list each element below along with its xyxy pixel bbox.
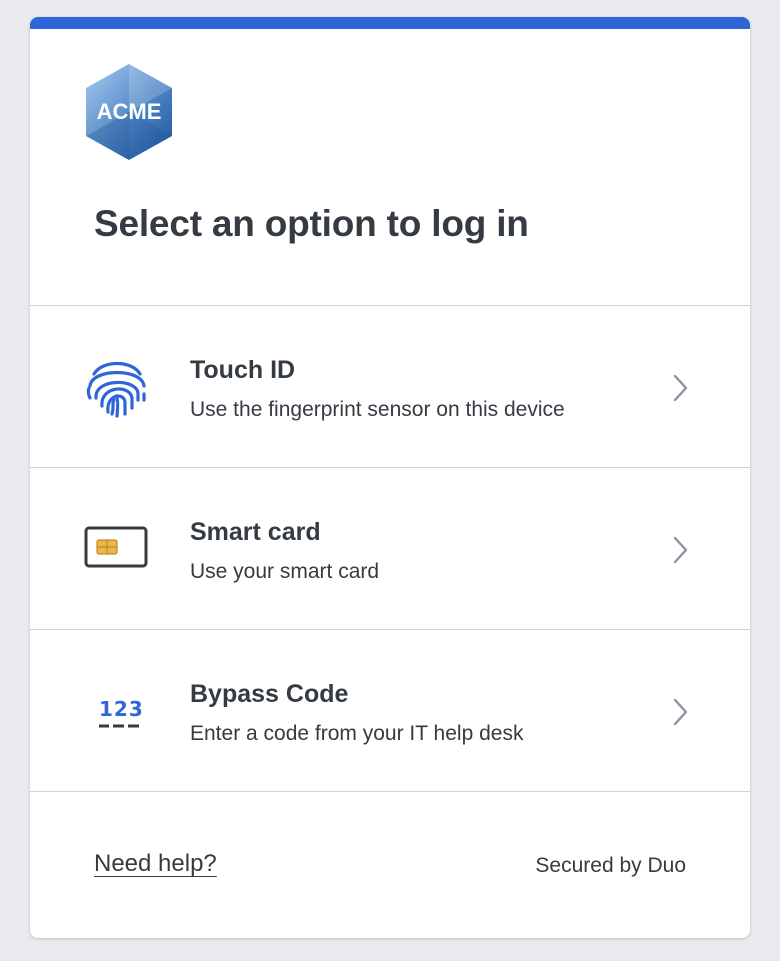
option-smart-card[interactable]: Smart card Use your smart card	[30, 468, 750, 629]
option-description: Enter a code from your IT help desk	[190, 722, 524, 745]
bypass-code-digits: 123	[99, 697, 144, 721]
bypass-code-icon: 123	[84, 697, 144, 733]
option-title: Smart card	[190, 518, 321, 546]
accent-top-bar	[30, 17, 750, 29]
chevron-right-icon	[670, 697, 690, 732]
option-touch-id[interactable]: Touch ID Use the fingerprint sensor on t…	[30, 306, 750, 467]
fingerprint-icon	[84, 354, 150, 425]
need-help-link[interactable]: Need help?	[94, 850, 217, 878]
option-bypass-code[interactable]: 123 Bypass Code Enter a code from your I…	[30, 630, 750, 791]
option-title: Bypass Code	[190, 680, 349, 708]
chevron-right-icon	[670, 373, 690, 408]
smart-card-icon	[84, 526, 148, 575]
page-title: Select an option to log in	[94, 203, 529, 244]
logo-text: ACME	[97, 99, 162, 124]
option-description: Use the fingerprint sensor on this devic…	[190, 398, 565, 421]
login-card: ACME Select an option to log in Touch ID…	[30, 17, 750, 938]
option-title: Touch ID	[190, 356, 296, 384]
secured-by-duo: Secured by Duo	[535, 854, 686, 877]
divider	[30, 791, 750, 792]
chevron-right-icon	[670, 535, 690, 570]
acme-logo: ACME	[84, 63, 174, 161]
option-description: Use your smart card	[190, 560, 380, 583]
